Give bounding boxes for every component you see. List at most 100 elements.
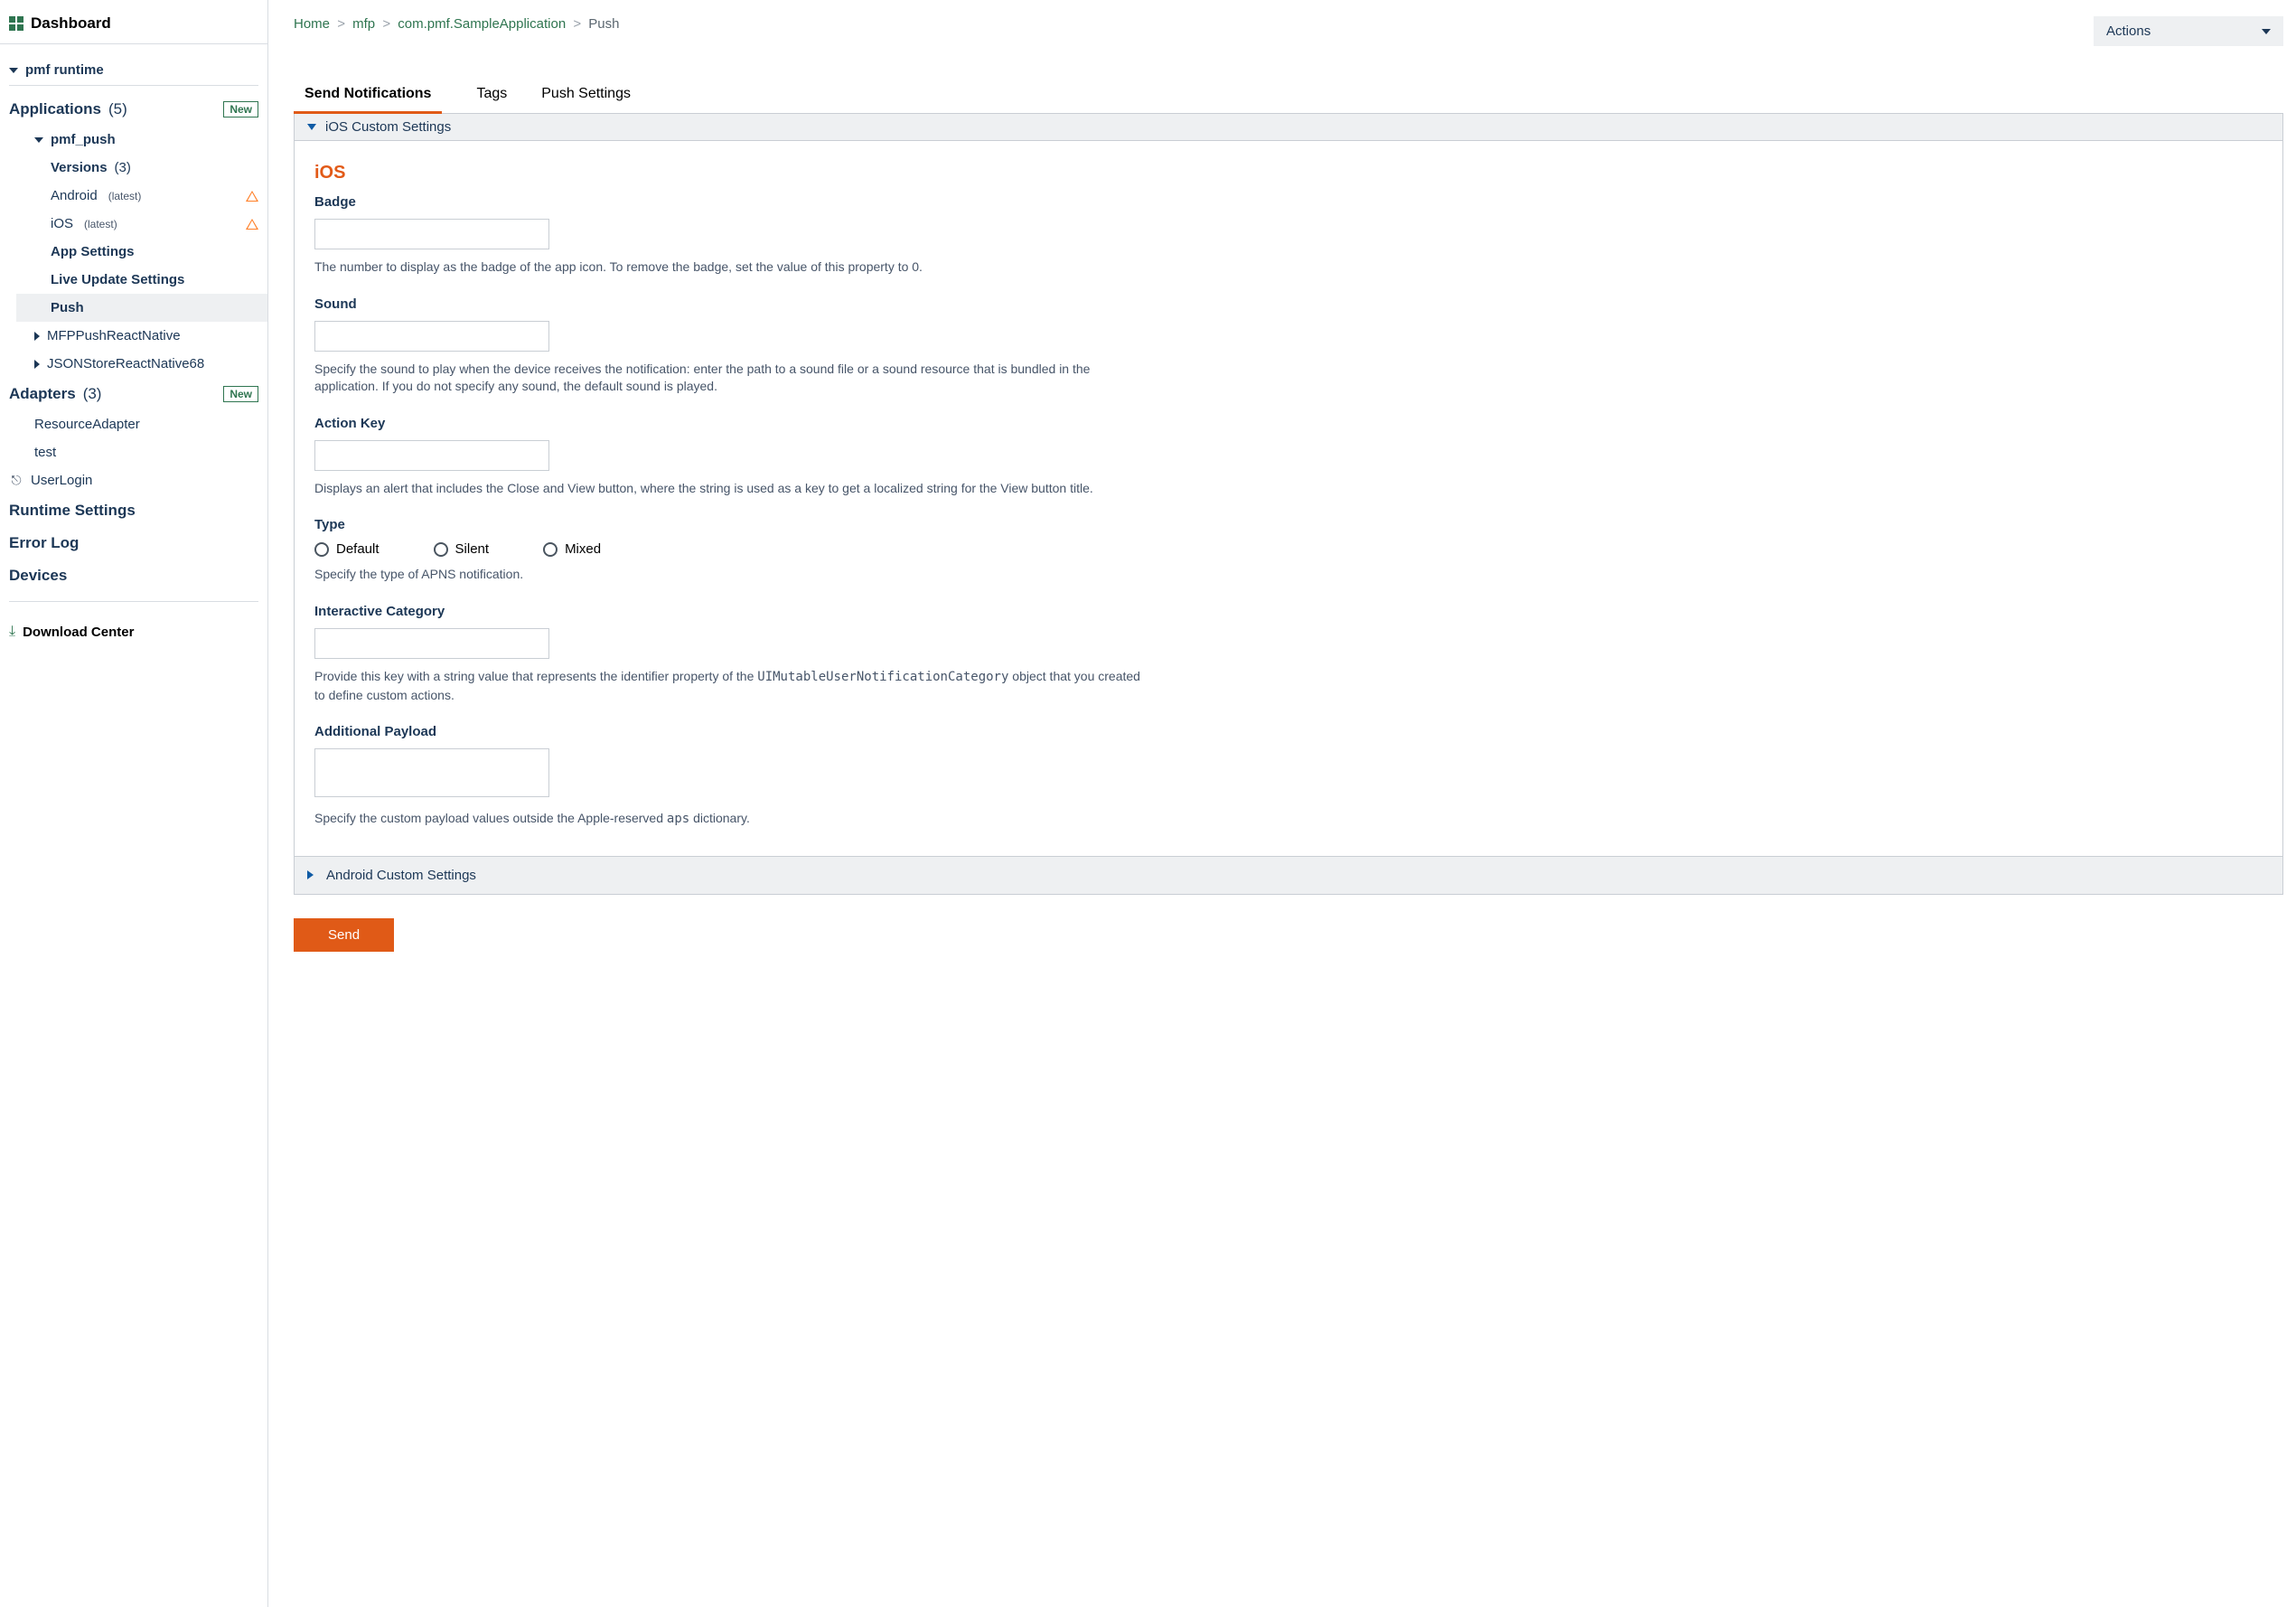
breadcrumb-mfp[interactable]: mfp (352, 16, 375, 32)
action-key-help: Displays an alert that includes the Clos… (314, 480, 1146, 498)
interactive-category-input[interactable] (314, 628, 549, 659)
breadcrumb-home[interactable]: Home (294, 16, 330, 32)
badge-input[interactable] (314, 219, 549, 249)
latest-tag: (latest) (84, 218, 117, 230)
sidebar-item-label: iOS (51, 216, 73, 231)
ios-settings-panel: iOS Badge The number to display as the b… (294, 141, 2283, 857)
versions-count: (3) (115, 160, 131, 175)
runtime-label: pmf runtime (25, 62, 104, 78)
lock-icon: ⎋ (9, 473, 23, 488)
sidebar-item-versions[interactable]: Versions (3) (42, 154, 258, 182)
accordion-label: iOS Custom Settings (325, 119, 451, 135)
chevron-down-icon (9, 68, 18, 73)
new-adapter-button[interactable]: New (223, 386, 258, 402)
android-custom-settings-toggle[interactable]: Android Custom Settings (294, 857, 2283, 895)
adapters-count: (3) (83, 385, 102, 403)
tab-tags[interactable]: Tags (476, 86, 507, 113)
actions-label: Actions (2106, 23, 2151, 39)
sidebar-item-error-log[interactable]: Error Log (9, 527, 258, 559)
radio-label: Silent (455, 541, 490, 557)
sidebar-item-resource-adapter[interactable]: ResourceAdapter (25, 410, 258, 438)
breadcrumb-sep: > (379, 16, 394, 32)
sidebar-item-runtime-settings[interactable]: Runtime Settings (9, 494, 258, 527)
help-code: aps (667, 812, 689, 826)
applications-count: (5) (108, 100, 127, 118)
breadcrumb: Home > mfp > com.pmf.SampleApplication >… (294, 16, 619, 32)
additional-payload-input[interactable] (314, 748, 549, 797)
sidebar-item-userlogin[interactable]: ⎋ UserLogin (9, 466, 258, 494)
ios-heading: iOS (314, 163, 2263, 183)
type-radio-mixed[interactable]: Mixed (543, 541, 601, 557)
chevron-right-icon (34, 360, 40, 369)
sidebar-item-label: Push (51, 300, 84, 315)
radio-label: Default (336, 541, 380, 557)
sidebar-item-label: Devices (9, 567, 67, 585)
runtime-toggle[interactable]: pmf runtime (9, 55, 258, 86)
additional-payload-label: Additional Payload (314, 724, 2263, 739)
sidebar: Dashboard pmf runtime Applications (5) N… (0, 0, 268, 1607)
sidebar-item-label: Download Center (23, 625, 134, 640)
sidebar-item-test[interactable]: test (25, 438, 258, 466)
sidebar-item-devices[interactable]: Devices (9, 559, 258, 592)
sidebar-item-label: App Settings (51, 244, 135, 259)
sidebar-item-label: Android (51, 188, 98, 203)
sound-help: Specify the sound to play when the devic… (314, 361, 1146, 396)
action-key-input[interactable] (314, 440, 549, 471)
sidebar-item-ios[interactable]: iOS (latest) (42, 210, 258, 238)
additional-payload-help: Specify the custom payload values outsid… (314, 810, 1146, 829)
type-radio-silent[interactable]: Silent (434, 541, 490, 557)
adapters-label: Adapters (9, 385, 76, 403)
help-code: UIMutableUserNotificationCategory (757, 670, 1008, 684)
applications-label: Applications (9, 100, 101, 118)
chevron-down-icon (34, 137, 43, 143)
tab-push-settings[interactable]: Push Settings (541, 86, 631, 113)
download-icon: ⤓ (9, 624, 15, 640)
accordion-label: Android Custom Settings (326, 868, 476, 883)
sidebar-item-label: UserLogin (31, 473, 92, 488)
sidebar-item-label: Versions (51, 160, 108, 175)
sidebar-item-download-center[interactable]: ⤓ Download Center (0, 615, 267, 649)
badge-help: The number to display as the badge of th… (314, 258, 1146, 277)
sidebar-item-app-settings[interactable]: App Settings (42, 238, 258, 266)
radio-icon (434, 542, 448, 557)
latest-tag: (latest) (108, 190, 142, 202)
sidebar-item-mfppush[interactable]: MFPPushReactNative (25, 322, 258, 350)
chevron-down-icon (307, 124, 316, 130)
type-radio-default[interactable]: Default (314, 541, 380, 557)
tab-send-notifications[interactable]: Send Notifications (294, 86, 442, 114)
sidebar-item-jsonstore[interactable]: JSONStoreReactNative68 (25, 350, 258, 378)
ios-custom-settings-toggle[interactable]: iOS Custom Settings (294, 114, 2283, 141)
action-key-label: Action Key (314, 416, 2263, 431)
adapters-header[interactable]: Adapters (3) New (9, 378, 258, 410)
breadcrumb-app[interactable]: com.pmf.SampleApplication (398, 16, 566, 32)
actions-dropdown[interactable]: Actions (2094, 16, 2283, 46)
sound-input[interactable] (314, 321, 549, 352)
sidebar-item-live-update[interactable]: Live Update Settings (42, 266, 258, 294)
sidebar-item-label: Error Log (9, 534, 79, 552)
send-button[interactable]: Send (294, 918, 394, 952)
sidebar-item-pmf-push[interactable]: pmf_push (25, 126, 258, 154)
sidebar-item-push[interactable]: Push (16, 294, 267, 322)
warning-icon (246, 191, 258, 202)
badge-label: Badge (314, 194, 2263, 210)
breadcrumb-sep: > (333, 16, 349, 32)
sidebar-item-label: JSONStoreReactNative68 (47, 356, 204, 371)
interactive-category-label: Interactive Category (314, 604, 2263, 619)
sidebar-item-label: test (34, 445, 56, 460)
chevron-down-icon (2262, 29, 2271, 34)
sidebar-item-label: Live Update Settings (51, 272, 184, 287)
dashboard-header[interactable]: Dashboard (0, 11, 267, 44)
breadcrumb-sep: > (569, 16, 585, 32)
divider (9, 601, 258, 602)
sidebar-item-label: pmf_push (51, 132, 116, 147)
chevron-right-icon (34, 332, 40, 341)
type-label: Type (314, 517, 2263, 532)
new-application-button[interactable]: New (223, 101, 258, 117)
sound-label: Sound (314, 296, 2263, 312)
sidebar-item-label: Runtime Settings (9, 502, 136, 520)
help-text: dictionary. (689, 811, 750, 825)
sidebar-item-label: ResourceAdapter (34, 417, 140, 432)
applications-header[interactable]: Applications (5) New (9, 93, 258, 126)
type-help: Specify the type of APNS notification. (314, 566, 1146, 584)
sidebar-item-android[interactable]: Android (latest) (42, 182, 258, 210)
